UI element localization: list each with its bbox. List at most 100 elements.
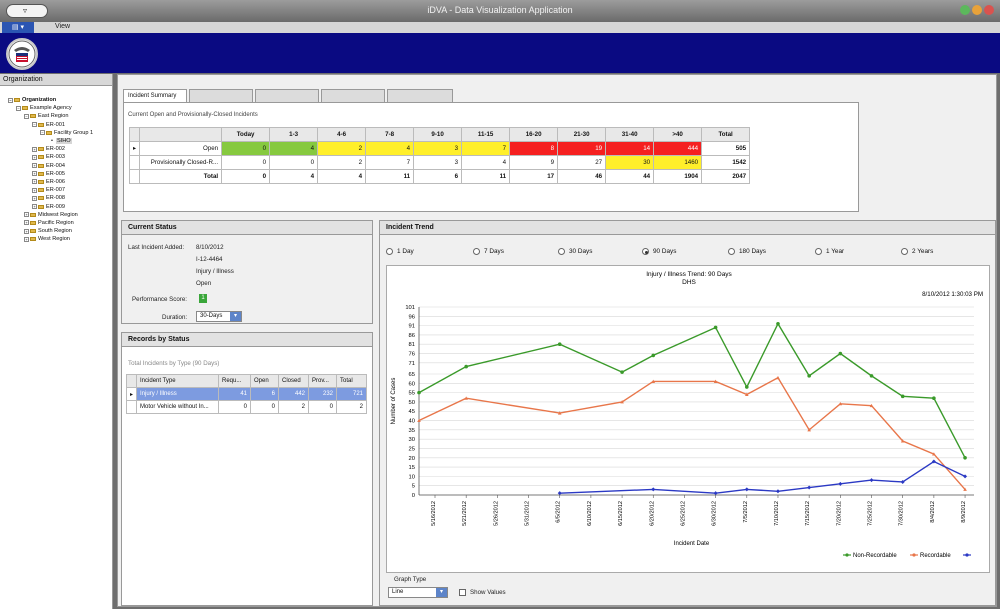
range-radio[interactable]: 90 Days: [642, 248, 676, 255]
records-col-header[interactable]: Open: [250, 374, 280, 388]
records-col-header[interactable]: Prov...: [308, 374, 338, 388]
records-cell[interactable]: 232: [308, 387, 338, 401]
summary-cell[interactable]: 3: [413, 155, 463, 170]
radio-icon[interactable]: [901, 248, 908, 255]
summary-cell[interactable]: 44: [605, 169, 655, 184]
duration-select[interactable]: 30-Days ▾: [196, 311, 242, 322]
summary-col-header[interactable]: Today: [221, 127, 271, 142]
expand-toggle-icon[interactable]: −: [24, 113, 29, 119]
expand-toggle-icon[interactable]: +: [24, 212, 29, 218]
tree-node[interactable]: + ER-008: [0, 194, 112, 202]
expand-toggle-icon[interactable]: −: [16, 105, 21, 111]
summary-cell[interactable]: 2047: [701, 169, 751, 184]
summary-cell[interactable]: 19: [557, 141, 607, 156]
summary-cell[interactable]: 0: [221, 155, 271, 170]
radio-icon[interactable]: [473, 248, 480, 255]
summary-cell[interactable]: 2: [317, 155, 367, 170]
tree-node[interactable]: − Example Agency: [0, 104, 112, 112]
range-radio[interactable]: 7 Days: [473, 248, 504, 255]
expand-toggle-icon[interactable]: +: [32, 146, 37, 152]
summary-cell[interactable]: 505: [701, 141, 751, 156]
table-row[interactable]: ▸ Open 0 4 2 4 3 7 8 19 14 444 505: [128, 141, 751, 156]
summary-cell[interactable]: 9: [509, 155, 559, 170]
tab-3[interactable]: [255, 89, 319, 102]
expand-toggle-icon[interactable]: +: [32, 154, 37, 160]
expand-toggle-icon[interactable]: +: [32, 179, 37, 185]
summary-cell[interactable]: 0: [221, 169, 271, 184]
summary-col-header[interactable]: 21-30: [557, 127, 607, 142]
chevron-down-icon[interactable]: ▾: [436, 588, 447, 597]
summary-cell[interactable]: 8: [509, 141, 559, 156]
summary-cell[interactable]: 1542: [701, 155, 751, 170]
summary-cell[interactable]: 6: [413, 169, 463, 184]
tree-node[interactable]: − Facility Group 1: [0, 129, 112, 137]
records-cell[interactable]: 41: [218, 387, 252, 401]
summary-cell[interactable]: 3: [413, 141, 463, 156]
summary-cell[interactable]: 4: [269, 169, 319, 184]
tree-node[interactable]: + ER-007: [0, 186, 112, 194]
summary-col-header[interactable]: 11-15: [461, 127, 511, 142]
tree-node[interactable]: + ER-009: [0, 202, 112, 210]
tree-node[interactable]: + West Region: [0, 235, 112, 243]
expand-toggle-icon[interactable]: +: [32, 195, 37, 201]
tree-node[interactable]: − East Region: [0, 112, 112, 120]
summary-cell[interactable]: 46: [557, 169, 607, 184]
radio-icon[interactable]: [386, 248, 393, 255]
records-cell[interactable]: 721: [336, 387, 368, 401]
records-col-header[interactable]: Closed: [278, 374, 310, 388]
show-values-checkbox[interactable]: Show Values: [459, 589, 506, 596]
summary-cell[interactable]: 7: [365, 155, 415, 170]
view-menu[interactable]: View: [55, 23, 70, 30]
records-col-header[interactable]: Incident Type: [136, 374, 220, 388]
radio-icon[interactable]: [558, 248, 565, 255]
summary-cell[interactable]: 0: [269, 155, 319, 170]
expand-toggle-icon[interactable]: +: [32, 171, 37, 177]
records-cell[interactable]: 6: [250, 387, 280, 401]
expand-toggle-icon[interactable]: −: [40, 130, 45, 136]
records-cell[interactable]: 442: [278, 387, 310, 401]
tree-node[interactable]: + ER-006: [0, 178, 112, 186]
tab-incident-summary[interactable]: Incident Summary: [123, 89, 187, 102]
range-radio[interactable]: 2 Years: [901, 248, 933, 255]
range-radio[interactable]: 1 Day: [386, 248, 414, 255]
summary-cell[interactable]: 1904: [653, 169, 703, 184]
radio-icon[interactable]: [642, 248, 649, 255]
tree-node[interactable]: + ER-002: [0, 145, 112, 153]
summary-cell[interactable]: 27: [557, 155, 607, 170]
chevron-down-icon[interactable]: ▾: [230, 312, 241, 321]
table-row[interactable]: Motor Vehicle without In... 0 0 2 0 2: [125, 400, 368, 414]
summary-col-header[interactable]: >40: [653, 127, 703, 142]
summary-cell[interactable]: 30: [605, 155, 655, 170]
range-radio[interactable]: 1 Year: [815, 248, 844, 255]
summary-col-header[interactable]: 31-40: [605, 127, 655, 142]
range-radio[interactable]: 180 Days: [728, 248, 766, 255]
table-row[interactable]: ▸ Injury / Illness 41 6 442 232 721: [125, 387, 368, 401]
tree-node[interactable]: − ER-001: [0, 121, 112, 129]
organization-tree[interactable]: − Organization − Example Agency − East Region…: [0, 86, 112, 243]
summary-col-header[interactable]: 1-3: [269, 127, 319, 142]
summary-col-header[interactable]: 16-20: [509, 127, 559, 142]
expand-toggle-icon[interactable]: +: [32, 187, 37, 193]
expand-toggle-icon[interactable]: +: [32, 204, 37, 210]
file-menu-button[interactable]: ▤ ▾: [2, 22, 34, 33]
records-cell[interactable]: Motor Vehicle without In...: [136, 400, 220, 414]
summary-col-header[interactable]: 4-6: [317, 127, 367, 142]
table-row[interactable]: Provisionally Closed-R... 0 0 2 7 3 4 9 27 30 1460…: [128, 155, 751, 170]
expand-toggle-icon[interactable]: +: [24, 236, 29, 242]
records-cell[interactable]: 0: [218, 400, 252, 414]
records-col-header[interactable]: Total: [336, 374, 368, 388]
summary-cell[interactable]: 1460: [653, 155, 703, 170]
tab-5[interactable]: [387, 89, 453, 102]
range-radio[interactable]: 30 Days: [558, 248, 592, 255]
tree-node[interactable]: + South Region: [0, 227, 112, 235]
expand-toggle-icon[interactable]: +: [24, 220, 29, 226]
tree-node[interactable]: + ER-004: [0, 162, 112, 170]
records-col-header[interactable]: Requ...: [218, 374, 252, 388]
records-cell[interactable]: 2: [278, 400, 310, 414]
summary-cell[interactable]: 11: [461, 169, 511, 184]
records-cell[interactable]: 2: [336, 400, 368, 414]
tree-node[interactable]: + Pacific Region: [0, 219, 112, 227]
summary-cell[interactable]: 4: [365, 141, 415, 156]
tab-4[interactable]: [321, 89, 385, 102]
expand-toggle-icon[interactable]: −: [8, 97, 13, 103]
